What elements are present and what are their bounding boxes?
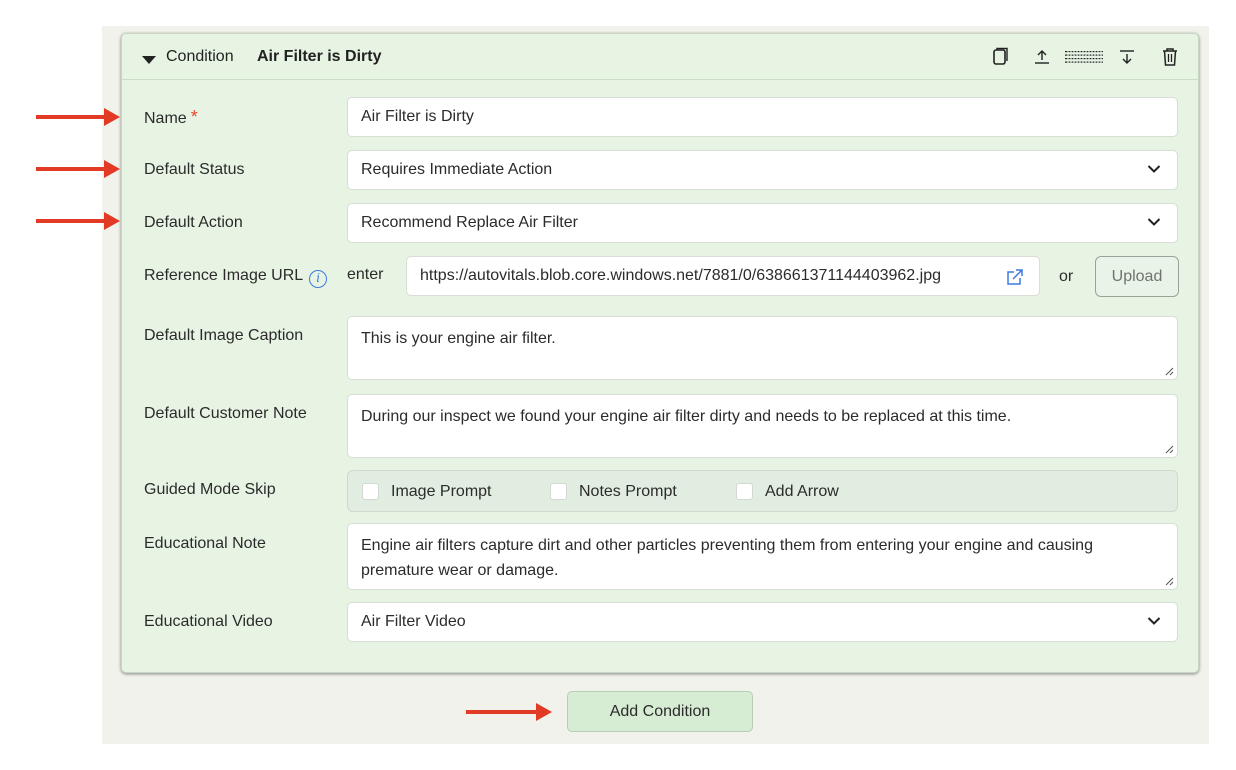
image-prompt-checkbox[interactable]	[362, 483, 379, 500]
condition-card: Condition Air Filter is Dirty Name * Air…	[121, 33, 1199, 673]
collapse-caret-icon[interactable]	[142, 56, 156, 64]
default-status-label: Default Status	[144, 161, 245, 178]
name-label: Name *	[144, 107, 198, 128]
default-status-value: Requires Immediate Action	[361, 161, 553, 178]
annotation-arrow	[466, 703, 552, 721]
educational-video-label: Educational Video	[144, 613, 273, 630]
customer-note-value: During our inspect we found your engine …	[361, 408, 1012, 425]
educational-note-label: Educational Note	[144, 535, 266, 552]
annotation-arrow	[36, 160, 120, 178]
trash-icon[interactable]	[1160, 46, 1180, 68]
notes-prompt-label[interactable]: Notes Prompt	[579, 483, 677, 501]
customer-note-label: Default Customer Note	[144, 405, 307, 422]
notes-prompt-checkbox[interactable]	[550, 483, 567, 500]
image-caption-label: Default Image Caption	[144, 327, 304, 344]
guided-mode-skip-group: Image Prompt Notes Prompt Add Arrow	[347, 470, 1178, 512]
default-status-select[interactable]: Requires Immediate Action	[347, 150, 1178, 190]
external-link-icon[interactable]	[1005, 267, 1025, 287]
name-input[interactable]: Air Filter is Dirty	[347, 97, 1178, 137]
default-action-value: Recommend Replace Air Filter	[361, 214, 578, 231]
drag-handle-icon[interactable]	[1064, 46, 1104, 68]
name-label-text: Name	[144, 110, 187, 127]
chevron-down-icon	[1147, 617, 1161, 625]
enter-text: enter	[347, 266, 384, 283]
chevron-down-icon	[1147, 165, 1161, 173]
educational-video-select[interactable]: Air Filter Video	[347, 602, 1178, 642]
image-caption-textarea[interactable]: This is your engine air filter.	[347, 316, 1178, 380]
resize-handle-icon[interactable]	[1164, 576, 1174, 586]
required-asterisk: *	[190, 107, 198, 127]
image-prompt-label[interactable]: Image Prompt	[391, 483, 491, 501]
move-down-icon[interactable]	[1117, 46, 1137, 68]
add-arrow-checkbox[interactable]	[736, 483, 753, 500]
or-text: or	[1059, 268, 1074, 285]
move-up-icon[interactable]	[1032, 46, 1052, 68]
reference-image-label-text: Reference Image URL	[144, 267, 304, 284]
resize-handle-icon[interactable]	[1164, 444, 1174, 454]
condition-header[interactable]: Condition Air Filter is Dirty	[122, 34, 1198, 80]
condition-header-name: Air Filter is Dirty	[257, 48, 382, 65]
annotation-arrow	[36, 108, 120, 126]
guided-mode-skip-label: Guided Mode Skip	[144, 481, 276, 498]
default-action-select[interactable]: Recommend Replace Air Filter	[347, 203, 1178, 243]
educational-note-textarea[interactable]: Engine air filters capture dirt and othe…	[347, 523, 1178, 590]
reference-image-url-input[interactable]: https://autovitals.blob.core.windows.net…	[406, 256, 1040, 296]
condition-header-label: Condition	[166, 48, 234, 65]
copy-icon[interactable]	[990, 46, 1010, 68]
info-icon[interactable]: i	[309, 270, 328, 288]
add-condition-button[interactable]: Add Condition	[567, 691, 753, 732]
chevron-down-icon	[1147, 218, 1161, 226]
customer-note-textarea[interactable]: During our inspect we found your engine …	[347, 394, 1178, 458]
image-caption-value: This is your engine air filter.	[361, 330, 556, 347]
upload-button[interactable]: Upload	[1095, 256, 1179, 297]
add-arrow-label[interactable]: Add Arrow	[765, 483, 839, 501]
reference-image-label: Reference Image URL i	[144, 267, 328, 288]
educational-video-value: Air Filter Video	[361, 613, 466, 630]
reference-image-url-value: https://autovitals.blob.core.windows.net…	[420, 267, 941, 284]
default-action-label: Default Action	[144, 214, 243, 231]
educational-note-value: Engine air filters capture dirt and othe…	[361, 537, 1093, 579]
resize-handle-icon[interactable]	[1164, 366, 1174, 376]
annotation-arrow	[36, 212, 120, 230]
